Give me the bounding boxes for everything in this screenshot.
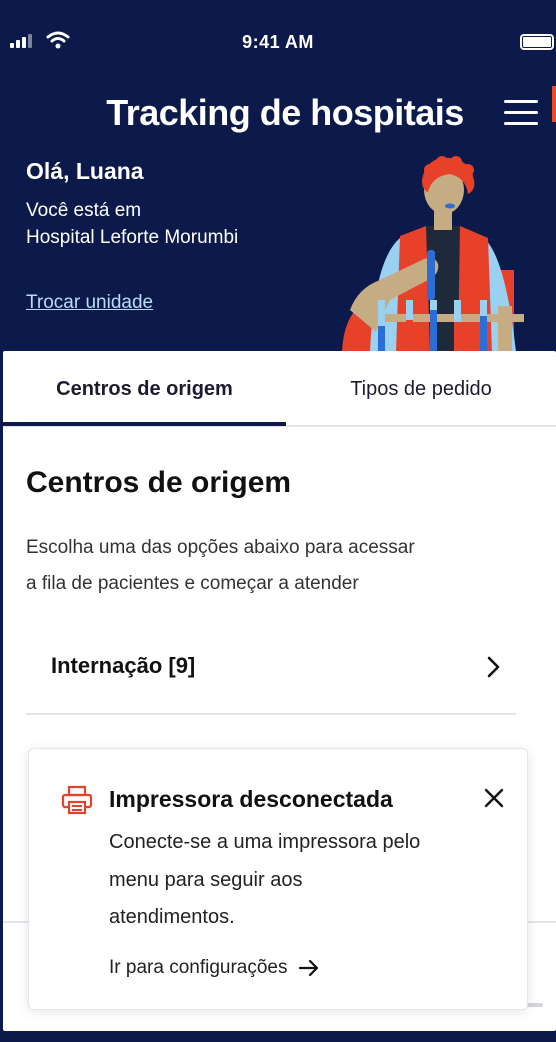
settings-link-label: Ir para configurações bbox=[109, 957, 288, 978]
list-item-internacao[interactable]: Internação [9] bbox=[26, 633, 516, 715]
doctor-illustration bbox=[342, 156, 524, 352]
tab-tipos-de-pedido[interactable]: Tipos de pedido bbox=[286, 351, 556, 427]
status-bar: 9:41 AM bbox=[0, 0, 556, 86]
settings-link[interactable]: Ir para configurações bbox=[109, 957, 320, 979]
active-tab-indicator bbox=[3, 422, 286, 426]
chevron-right-icon bbox=[487, 656, 500, 678]
location-label: Você está em bbox=[26, 200, 142, 221]
menu-icon bbox=[504, 100, 540, 125]
printer-alert: Impressora desconectada Conecte-se a uma… bbox=[28, 748, 528, 1010]
battery-icon bbox=[520, 34, 554, 50]
alert-title: Impressora desconectada bbox=[109, 786, 393, 812]
close-icon[interactable] bbox=[483, 787, 505, 809]
section-description-line2: a fila de pacientes e começar a atender bbox=[26, 573, 359, 594]
printer-icon bbox=[61, 785, 93, 815]
list-item-label: Internação [9] bbox=[51, 653, 196, 678]
alert-message-line1: Conecte-se a uma impressora pelo bbox=[109, 831, 421, 853]
greeting: Olá, Luana bbox=[26, 158, 144, 184]
tab-centros-de-origem[interactable]: Centros de origem bbox=[3, 351, 286, 427]
switch-unit-link[interactable]: Trocar unidade bbox=[26, 292, 153, 314]
arrow-right-icon bbox=[298, 959, 318, 977]
tab-bar: Centros de origem Tipos de pedido bbox=[3, 351, 556, 427]
section-description-line1: Escolha uma das opções abaixo para acess… bbox=[26, 537, 415, 558]
app-title: Tracking de hospitais bbox=[106, 92, 464, 133]
status-time: 9:41 AM bbox=[242, 32, 314, 52]
section-title: Centros de origem bbox=[26, 466, 292, 499]
location-name: Hospital Leforte Morumbi bbox=[26, 227, 239, 248]
alert-message-line3: atendimentos. bbox=[109, 906, 235, 928]
app-screen: 9:41 AM Tracking de hospitais Olá, Luana… bbox=[0, 0, 556, 1042]
menu-button[interactable] bbox=[504, 100, 540, 130]
alert-message-line2: menu para seguir aos bbox=[109, 869, 303, 891]
accent-mark bbox=[552, 86, 556, 122]
